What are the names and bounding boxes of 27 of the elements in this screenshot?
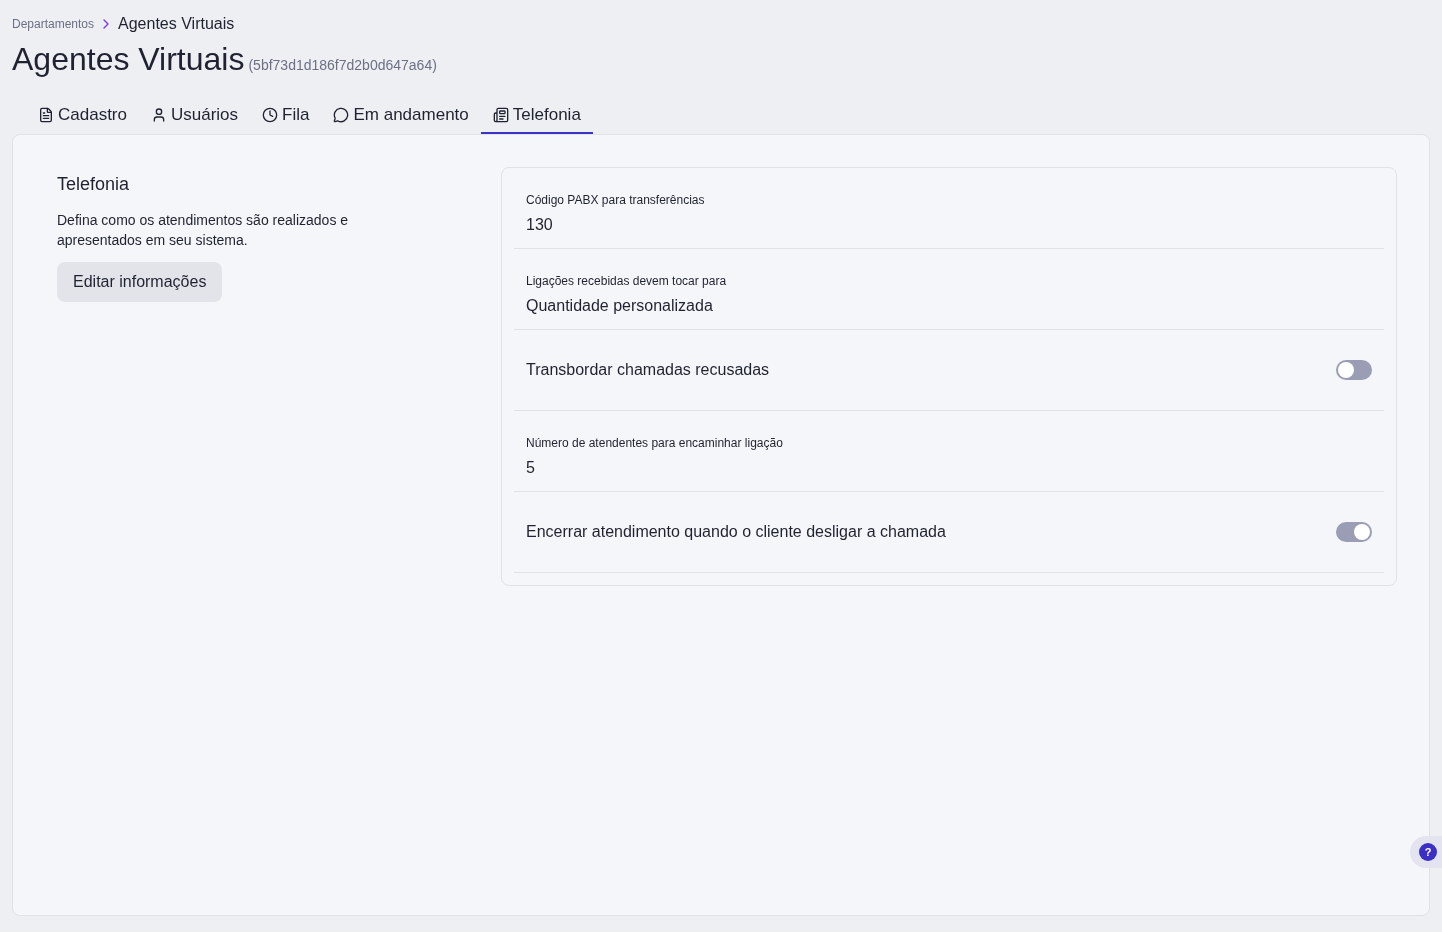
tab[interactable]: Cadastro [26,98,139,134]
help-button[interactable]: ? [1419,843,1437,861]
tab[interactable]: Em andamento [321,98,481,134]
field-value: 5 [526,458,536,478]
toggle-label: Encerrar atendimento quando o cliente desligar a chamada [526,522,946,542]
toggle-switch[interactable] [1336,522,1372,542]
chat-bubble-icon [333,107,350,123]
field-value: Quantidade personalizada [526,296,714,316]
section-description: Defina como os atendimentos são realizados e apresentados em seu sistema. [57,211,350,250]
document-icon [38,107,54,123]
tab[interactable]: Usuários [139,98,251,134]
field-label: Código PABX para transferências [526,192,705,209]
field-label: Número de atendentes para encaminhar ligação [526,435,783,452]
breadcrumb-link[interactable]: Departamentos [12,15,95,33]
user-icon [151,107,167,123]
newspaper-icon [492,107,509,123]
clock-icon [262,107,279,123]
tab[interactable]: Fila [250,98,322,134]
page-title: Agentes Virtuais [12,40,245,78]
toggle-label: Transbordar chamadas recusadas [526,360,770,380]
edit-button[interactable]: Editar informações [57,262,223,302]
field-value: 130 [526,215,554,235]
section-title: Telefonia [57,173,130,196]
field-label: Ligações recebidas devem tocar para [526,273,727,290]
toggle-switch[interactable] [1336,360,1372,380]
breadcrumb-current: Agentes Virtuais [118,14,235,34]
record-id: (5bf73d1d186f7d2b0d647a64) [248,56,437,75]
